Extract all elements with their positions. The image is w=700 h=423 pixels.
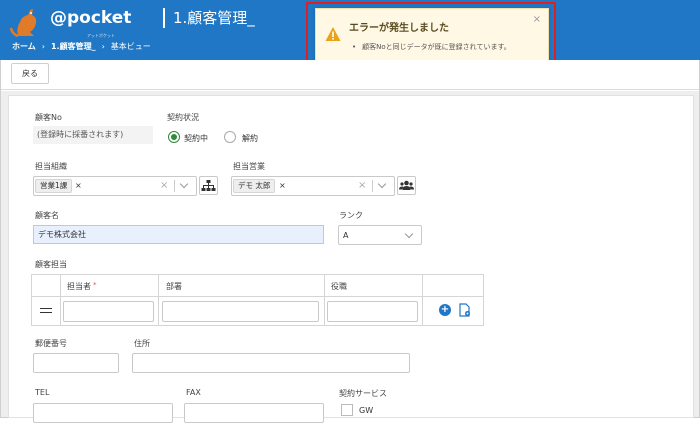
document-settings-icon[interactable]	[459, 303, 471, 317]
contact-person-input[interactable]	[63, 301, 154, 322]
column-divider	[422, 275, 423, 325]
drag-handle-icon[interactable]	[40, 308, 52, 313]
kangaroo-logo-icon	[10, 9, 37, 38]
org-label: 担当組織	[35, 162, 67, 171]
logo-text: @pocket	[50, 8, 132, 28]
column-divider	[60, 275, 61, 325]
rank-value: A	[343, 231, 349, 240]
radio-contract-active[interactable]	[168, 131, 180, 143]
clear-icon[interactable]: ×	[160, 180, 168, 191]
breadcrumb-home[interactable]: ホーム	[12, 41, 36, 52]
alert-message: 顧客Noと同じデータが既に登録されています。	[352, 42, 511, 52]
close-icon[interactable]: ×	[533, 14, 541, 25]
contract-status-label: 契約状況	[167, 113, 199, 122]
staff-label: 担当営業	[233, 162, 265, 171]
customer-name-input[interactable]: デモ株式会社	[33, 225, 324, 244]
tel-label: TEL	[35, 388, 50, 397]
address-input[interactable]	[132, 353, 410, 373]
column-header-person: 担当者 *	[67, 281, 97, 292]
page-title: 1.顧客管理_	[173, 9, 255, 27]
app-logo[interactable]: @pocket アットポケット	[10, 6, 140, 38]
tag-remove-icon[interactable]: ×	[279, 181, 286, 190]
column-header-person-text: 担当者	[67, 282, 91, 291]
title-divider	[163, 8, 165, 28]
add-row-icon[interactable]: +	[439, 304, 451, 316]
contact-label: 顧客担当	[35, 260, 67, 269]
toolbar	[1, 60, 699, 90]
breadcrumb-view: 基本ビュー	[110, 42, 151, 51]
table-header-row	[32, 275, 483, 297]
warning-icon	[325, 27, 341, 41]
select-separator	[174, 180, 175, 192]
contact-department-input[interactable]	[162, 301, 319, 322]
radio-contract-active-label: 契約中	[184, 134, 208, 143]
customer-name-label: 顧客名	[35, 211, 59, 220]
breadcrumb-separator: ›	[41, 42, 45, 51]
logo-subtext: アットポケット	[87, 33, 115, 38]
zip-label: 郵便番号	[35, 339, 67, 348]
org-tree-button[interactable]	[199, 176, 218, 195]
address-label: 住所	[134, 339, 150, 348]
column-divider	[324, 275, 325, 325]
radio-contract-cancelled[interactable]	[224, 131, 236, 143]
zip-input[interactable]	[33, 353, 119, 373]
required-mark: *	[93, 281, 97, 289]
radio-contract-cancelled-label: 解約	[242, 134, 258, 143]
column-header-department: 部署	[166, 282, 182, 291]
rank-label: ランク	[339, 211, 363, 220]
staff-users-button[interactable]	[397, 176, 416, 195]
column-divider	[158, 275, 159, 325]
clear-icon[interactable]: ×	[358, 180, 366, 191]
contact-position-input[interactable]	[327, 301, 418, 322]
column-header-position: 役職	[331, 282, 347, 291]
fax-label: FAX	[186, 388, 201, 397]
tel-input[interactable]	[33, 403, 173, 423]
alert-title: エラーが発生しました	[349, 23, 449, 34]
staff-tag: デモ 太郎	[233, 179, 276, 193]
org-tag: 営業1課	[35, 179, 73, 193]
error-alert: エラーが発生しました × 顧客Noと同じデータが既に登録されています。	[315, 8, 549, 61]
breadcrumb-app[interactable]: 1.顧客管理_	[51, 41, 96, 52]
service-gw-label: GW	[359, 406, 374, 415]
contact-table: 担当者 * 部署 役職	[31, 274, 484, 326]
org-tree-icon	[201, 180, 216, 191]
breadcrumb-separator: ›	[101, 42, 105, 51]
back-button[interactable]: 戻る	[11, 63, 49, 84]
users-icon	[399, 180, 414, 190]
service-label: 契約サービス	[339, 389, 387, 398]
customer-no-label: 顧客No	[35, 113, 62, 122]
tag-remove-icon[interactable]: ×	[75, 181, 82, 190]
fax-input[interactable]	[184, 403, 324, 423]
customer-no-value: (登録時に採番されます)	[33, 126, 153, 144]
breadcrumb: ホーム › 1.顧客管理_ › 基本ビュー	[12, 41, 151, 52]
service-gw-checkbox[interactable]	[341, 404, 353, 416]
select-separator	[372, 180, 373, 192]
